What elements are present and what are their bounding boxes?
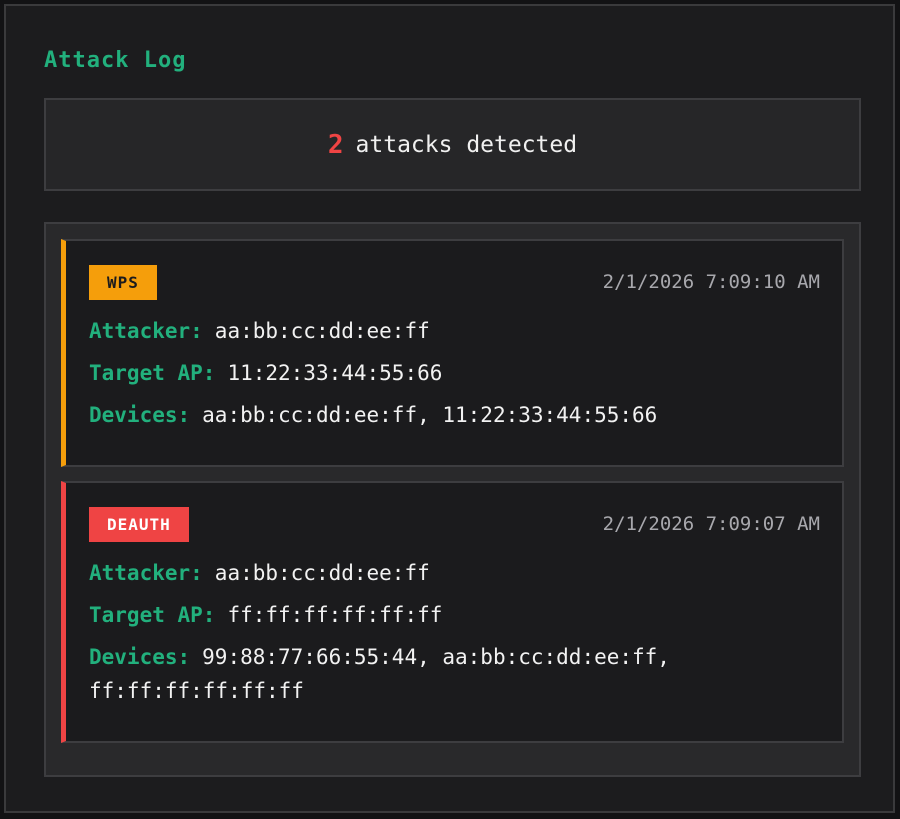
target-ap-field: Target AP: ff:ff:ff:ff:ff:ff: [89, 598, 809, 632]
attack-list: WPS 2/1/2026 7:09:10 AM Attacker: aa:bb:c…: [44, 222, 861, 777]
target-ap-value: 11:22:33:44:55:66: [227, 361, 443, 385]
devices-field: Devices: 99:88:77:66:55:44, aa:bb:cc:dd:e…: [89, 640, 809, 708]
attacker-field: Attacker: aa:bb:cc:dd:ee:ff: [89, 314, 809, 348]
devices-value: aa:bb:cc:dd:ee:ff, 11:22:33:44:55:66: [202, 403, 658, 427]
devices-field: Devices: aa:bb:cc:dd:ee:ff, 11:22:33:44:5…: [89, 398, 809, 432]
attacker-label: Attacker:: [89, 319, 203, 343]
attack-log-panel: Attack Log 2 attacks detected WPS 2/1/20…: [4, 4, 895, 813]
attack-type-badge: WPS: [89, 265, 157, 300]
attack-summary: 2 attacks detected: [44, 98, 861, 191]
attack-timestamp: 2/1/2026 7:09:07 AM: [602, 513, 820, 535]
target-ap-label: Target AP:: [89, 361, 216, 385]
attack-type-badge: DEAUTH: [89, 507, 189, 542]
devices-label: Devices:: [89, 403, 191, 427]
devices-label: Devices:: [89, 645, 191, 669]
attack-entry[interactable]: DEAUTH 2/1/2026 7:09:07 AM Attacker: aa:b…: [61, 481, 844, 743]
page-title: Attack Log: [44, 48, 187, 73]
attacker-value: aa:bb:cc:dd:ee:ff: [214, 561, 430, 585]
attacker-value: aa:bb:cc:dd:ee:ff: [214, 319, 430, 343]
target-ap-field: Target AP: 11:22:33:44:55:66: [89, 356, 809, 390]
attacker-label: Attacker:: [89, 561, 203, 585]
attacker-field: Attacker: aa:bb:cc:dd:ee:ff: [89, 556, 809, 590]
attack-timestamp: 2/1/2026 7:09:10 AM: [602, 271, 820, 293]
target-ap-label: Target AP:: [89, 603, 216, 627]
attack-count: 2: [327, 129, 344, 160]
attack-summary-text: attacks detected: [355, 131, 578, 158]
target-ap-value: ff:ff:ff:ff:ff:ff: [227, 603, 443, 627]
attack-entry[interactable]: WPS 2/1/2026 7:09:10 AM Attacker: aa:bb:c…: [61, 239, 844, 467]
